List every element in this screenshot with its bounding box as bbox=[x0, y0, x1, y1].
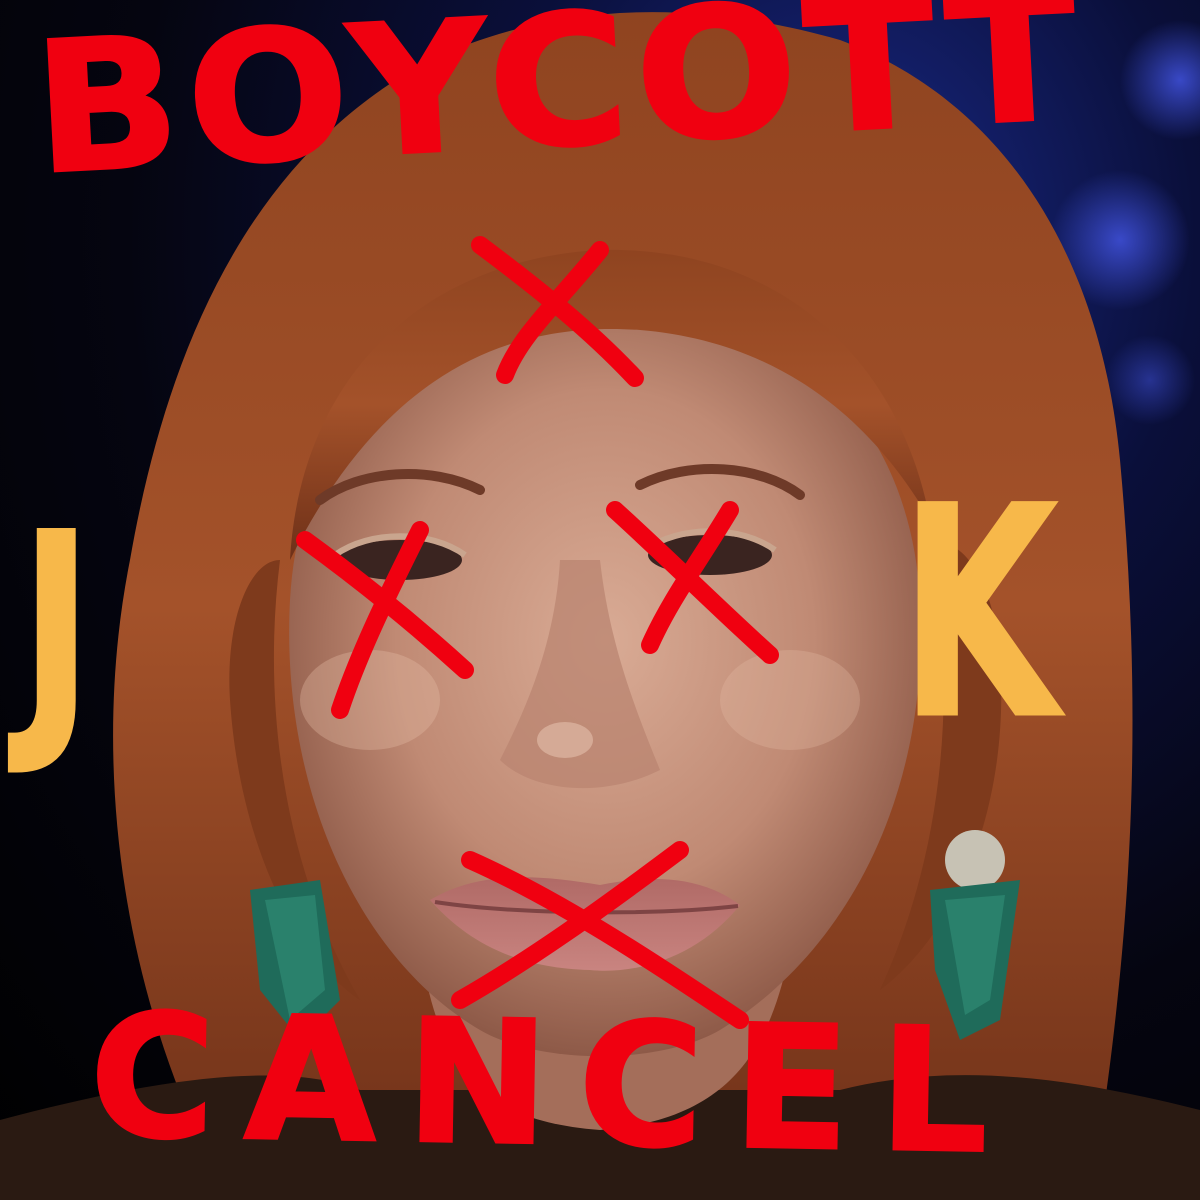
bokeh-light bbox=[1120, 20, 1200, 140]
image-canvas: BOYCOTT J K CANCEL bbox=[0, 0, 1200, 1200]
portrait-photo bbox=[0, 12, 1200, 1200]
nose-highlight bbox=[537, 722, 593, 758]
cheek-right bbox=[720, 650, 860, 750]
cheek-left bbox=[300, 650, 440, 750]
bokeh-light bbox=[1105, 335, 1195, 425]
